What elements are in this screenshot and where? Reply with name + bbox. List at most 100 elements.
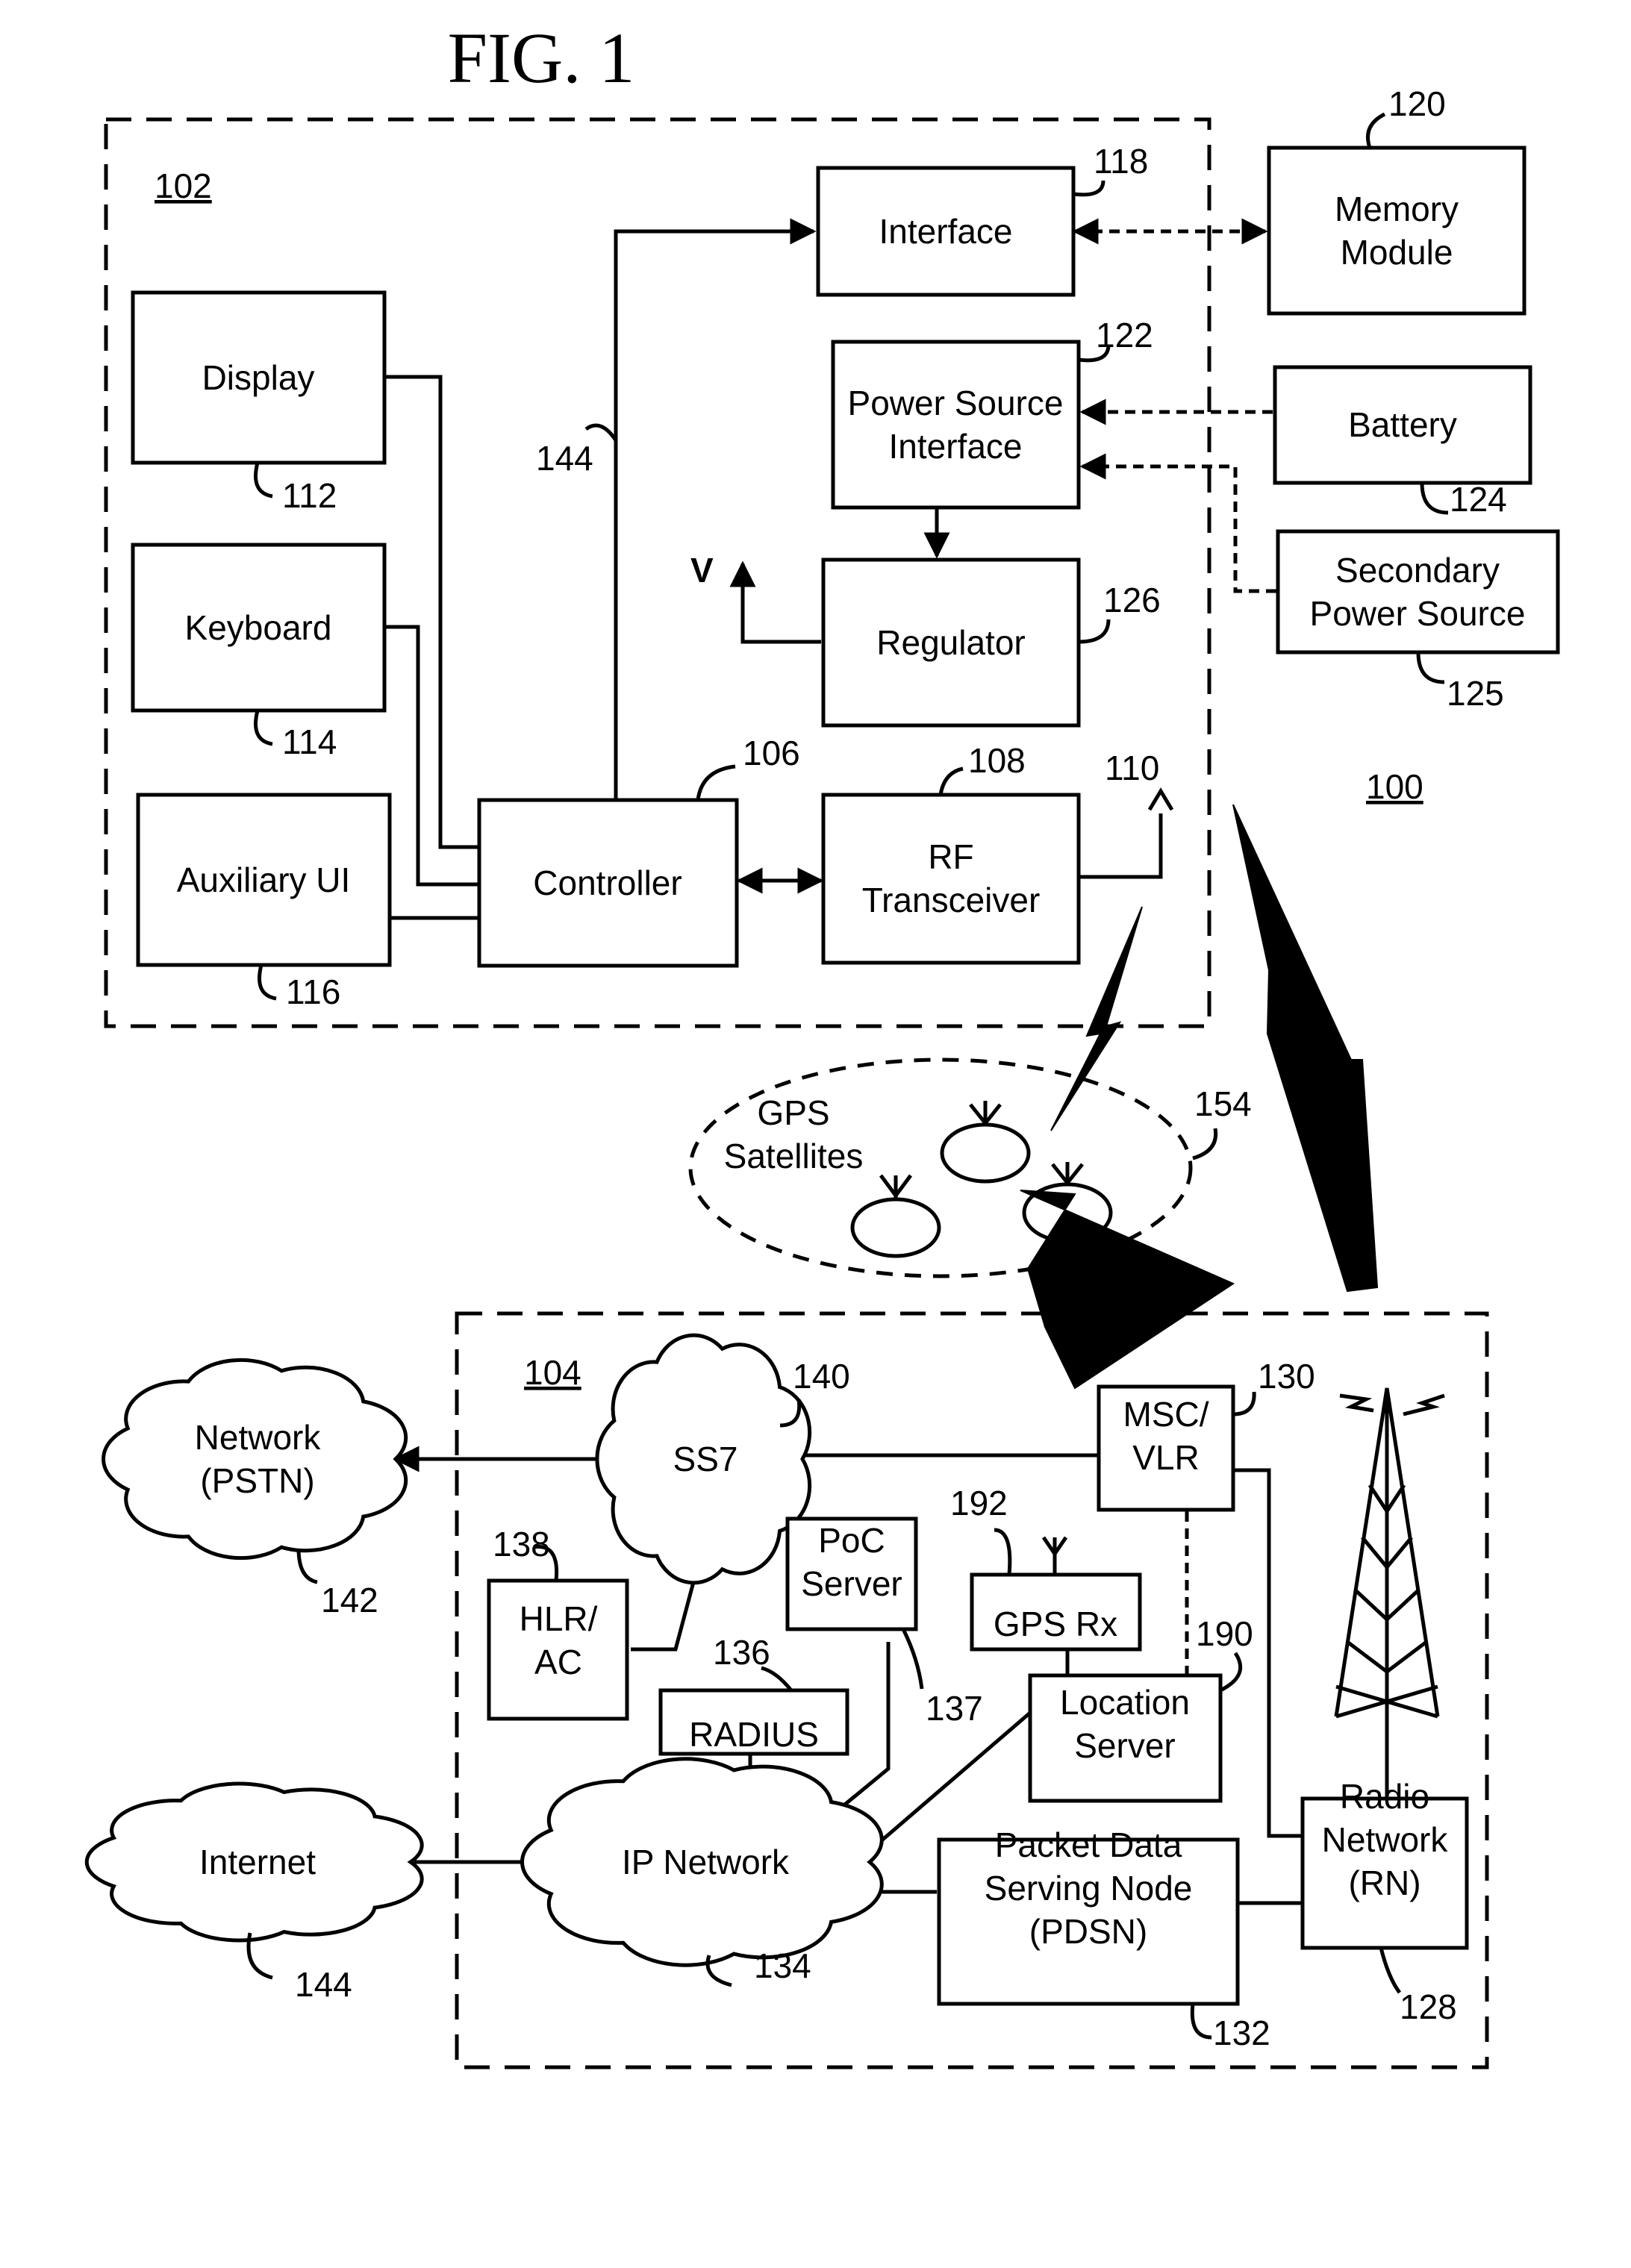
svg-text:SS7: SS7 — [673, 1440, 738, 1478]
system-ref: 100 — [1366, 767, 1423, 806]
leader-line — [1192, 1128, 1218, 1160]
network-ref: 104 — [524, 1353, 581, 1392]
satellite-icon — [940, 1101, 1031, 1184]
svg-text:Internet: Internet — [199, 1843, 316, 1881]
reference-numeral: 125 — [1447, 674, 1504, 713]
svg-text:Controller: Controller — [533, 863, 682, 902]
pstn-cloud: Network (PSTN) — [102, 1358, 408, 1561]
label-line: Radio — [1340, 1777, 1429, 1816]
svg-text:Display: Display — [202, 358, 315, 397]
leader-line — [1190, 2003, 1212, 2040]
secondary-power-source-block: Secondary Power Source — [1276, 529, 1560, 655]
leader-line — [1416, 652, 1445, 684]
leader-line — [696, 764, 736, 801]
leader-line — [254, 462, 273, 499]
figure-title: FIG. 1 — [448, 18, 635, 98]
label-line: Network — [1322, 1820, 1449, 1859]
svg-text:Auxiliary UI: Auxiliary UI — [177, 860, 351, 899]
reference-numeral: 137 — [926, 1689, 983, 1728]
battery-block: Battery — [1273, 365, 1532, 485]
label-line: VLR — [1132, 1438, 1199, 1477]
patent-figure: FIG. 1 102 104 100 Display Keyboard Auxi… — [84, 18, 1560, 2069]
label-line: Battery — [1348, 405, 1457, 444]
svg-text:Interface: Interface — [879, 212, 1013, 251]
reference-numeral: 132 — [1213, 2014, 1270, 2052]
label-line: Display — [202, 358, 315, 397]
reference-numeral: 116 — [286, 972, 340, 1011]
label-line: Memory — [1335, 190, 1459, 228]
leader-line — [1420, 482, 1449, 515]
leader-line — [1078, 619, 1111, 644]
reference-numeral: 110 — [1105, 749, 1159, 787]
reference-numeral: 114 — [282, 722, 337, 761]
leader-line — [254, 710, 273, 746]
reference-numeral: 154 — [1194, 1084, 1252, 1123]
radius-block: RADIUS — [658, 1688, 849, 1756]
label-line: RADIUS — [689, 1715, 819, 1754]
svg-text:Battery: Battery — [1348, 405, 1457, 444]
wireless-link-icon — [1232, 804, 1379, 1293]
label-line: Location — [1060, 1683, 1190, 1722]
label-line: Packet Data — [995, 1825, 1182, 1864]
reference-numeral: 120 — [1388, 84, 1446, 123]
label-line: Server — [1074, 1726, 1175, 1765]
voltage-output-label: V — [690, 551, 714, 590]
reference-numeral: 112 — [282, 476, 337, 515]
location-server-block: Location Server — [1028, 1673, 1223, 1803]
ip-network-cloud: IP Network — [520, 1757, 884, 1967]
reference-numeral: 136 — [713, 1633, 770, 1672]
device-ref: 102 — [155, 166, 212, 205]
reference-numeral: 124 — [1450, 480, 1507, 519]
reference-numeral: 126 — [1103, 581, 1161, 619]
leader-line — [938, 766, 964, 796]
interface-block: Interface — [816, 166, 1076, 297]
leader-line — [1073, 180, 1105, 197]
svg-text:GPS Rx: GPS Rx — [994, 1605, 1117, 1643]
radio-tower-icon — [1334, 1387, 1445, 1719]
label-line: Satellites — [724, 1137, 864, 1175]
label-line: Keyboard — [185, 608, 332, 647]
label-line: RF — [928, 837, 973, 876]
display-block: Display — [131, 290, 387, 465]
svg-text:GPSSatellites: GPS Satellites — [724, 1093, 864, 1175]
satellite-icon — [850, 1174, 941, 1258]
reference-numeral: 130 — [1258, 1357, 1315, 1396]
rf-transceiver-block: RF Transceiver — [821, 793, 1081, 965]
reference-numeral: 192 — [950, 1484, 1008, 1522]
label-line: Auxiliary UI — [177, 860, 351, 899]
label-line: Serving Node — [985, 1869, 1193, 1908]
label-line: Interface — [879, 212, 1013, 251]
label-line: HLR/ — [520, 1599, 598, 1638]
label-line: PoC — [818, 1521, 885, 1560]
leader-line — [1232, 1391, 1256, 1416]
leader-line — [1219, 1652, 1243, 1693]
leader-line — [584, 423, 618, 442]
svg-text:Keyboard: Keyboard — [185, 608, 332, 647]
reference-numeral: 142 — [321, 1581, 378, 1619]
label-line: Interface — [889, 427, 1023, 466]
reference-numeral: 144 — [295, 1965, 352, 2004]
label-line: GPS — [757, 1093, 829, 1132]
label-line: Controller — [533, 863, 682, 902]
antenna-icon — [1147, 787, 1174, 811]
leader-line — [296, 1548, 318, 1584]
label-line: Server — [801, 1564, 902, 1603]
power-source-interface-block: Power Source Interface — [831, 340, 1081, 510]
label-line: Module — [1341, 233, 1453, 272]
leader-line — [901, 1628, 924, 1690]
reference-numeral: 118 — [1094, 142, 1148, 181]
leader-line — [258, 964, 277, 1001]
regulator-block: Regulator — [821, 557, 1081, 728]
ss7-cloud: SS7 — [595, 1333, 812, 1585]
wireless-link-icon — [1020, 1190, 1235, 1390]
internet-cloud: Internet — [84, 1781, 424, 1943]
label-line: MSC/ — [1123, 1395, 1209, 1434]
hlr-ac-block: HLR/AC — [487, 1578, 629, 1721]
svg-text:Regulator: Regulator — [876, 623, 1025, 662]
label-line: Regulator — [876, 623, 1025, 662]
leader-line — [1379, 1947, 1402, 1994]
leader-line — [1366, 112, 1386, 149]
label-line: AC — [534, 1643, 582, 1681]
label-line: Power Source — [1310, 594, 1526, 633]
reference-numeral: 190 — [1196, 1614, 1253, 1653]
